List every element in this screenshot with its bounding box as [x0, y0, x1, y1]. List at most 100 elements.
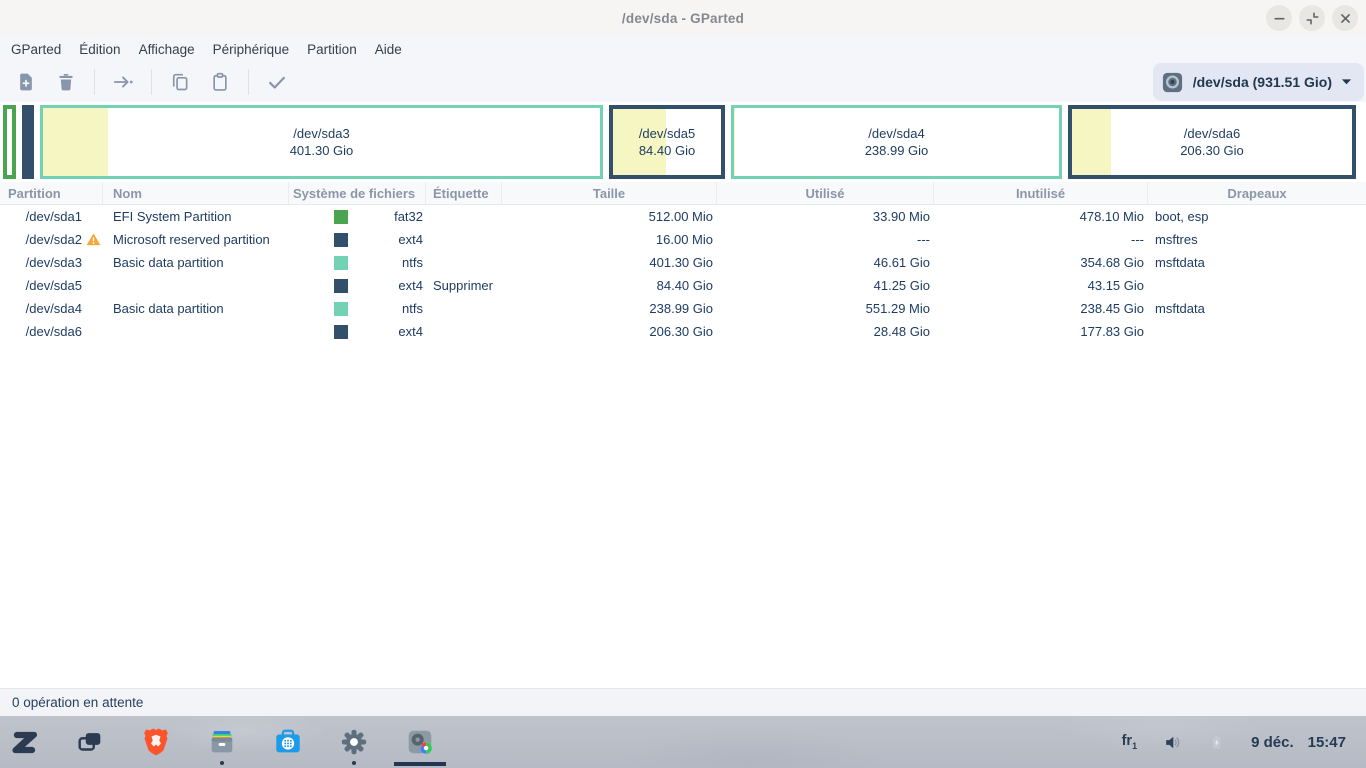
- warning-icon-slot: [85, 255, 101, 271]
- cell-unused: 238.45 Gio: [934, 301, 1148, 316]
- partition-box-sda5[interactable]: /dev/sda584.40 Gio: [609, 105, 725, 179]
- table-row-sda6[interactable]: /dev/sda6ext4206.30 Gio28.48 Gio177.83 G…: [0, 320, 1366, 343]
- window-switcher-icon: [75, 727, 105, 757]
- partition-box-sda1[interactable]: [3, 105, 16, 179]
- cell-partition: /dev/sda5: [0, 278, 103, 294]
- partition-used-space: [43, 108, 108, 176]
- resize-move-button[interactable]: [106, 66, 140, 98]
- column-header-nom[interactable]: Nom: [103, 182, 289, 204]
- table-row-sda1[interactable]: /dev/sda1EFI System Partitionfat32512.00…: [0, 205, 1366, 228]
- battery-icon[interactable]: [1208, 734, 1225, 751]
- taskbar-app-gparted[interactable]: [404, 718, 436, 766]
- taskbar-apps: [8, 716, 436, 768]
- menu-aide[interactable]: Aide: [366, 39, 411, 60]
- partition-box-sda2[interactable]: [22, 105, 34, 179]
- running-indicator-dot: [352, 761, 356, 765]
- column-header-systmedefichiers[interactable]: Système de fichiers: [289, 182, 426, 204]
- partition-label: /dev/sda584.40 Gio: [639, 125, 695, 160]
- cell-unused: 177.83 Gio: [934, 324, 1148, 339]
- toolbar-separator: [94, 69, 95, 95]
- cell-filesystem: ntfs: [289, 255, 426, 270]
- desktop: /dev/sda - GParted GPartedÉditionAfficha…: [0, 0, 1366, 768]
- delete-partition-button[interactable]: [49, 66, 83, 98]
- cell-name: EFI System Partition: [103, 209, 289, 224]
- filesystem-color-swatch: [334, 210, 348, 224]
- menu-affichage[interactable]: Affichage: [130, 39, 204, 60]
- partition-used-space: [1072, 109, 1111, 175]
- software-icon: [273, 727, 303, 757]
- toolbar-separator: [248, 69, 249, 95]
- column-header-tiquette[interactable]: Étiquette: [426, 182, 502, 204]
- paste-button[interactable]: [203, 66, 237, 98]
- menu-gparted[interactable]: GParted: [2, 39, 70, 60]
- taskbar-app-brave-browser[interactable]: [140, 718, 172, 766]
- cell-name: Basic data partition: [103, 301, 289, 316]
- cell-size: 401.30 Gio: [502, 255, 717, 270]
- copy-button[interactable]: [163, 66, 197, 98]
- apply-operations-button[interactable]: [260, 66, 294, 98]
- cell-partition: /dev/sda3: [0, 255, 103, 271]
- partition-box-sda4[interactable]: /dev/sda4238.99 Gio: [731, 105, 1062, 179]
- cell-unused: 478.10 Mio: [934, 209, 1148, 224]
- menubar: GPartedÉditionAffichagePériphériqueParti…: [0, 36, 1366, 62]
- clock[interactable]: 9 déc. 15:47: [1251, 734, 1346, 751]
- cell-size: 84.40 Gio: [502, 278, 717, 293]
- new-partition-button[interactable]: [9, 66, 43, 98]
- taskbar: fr1 9 déc. 15:47: [0, 716, 1366, 768]
- warning-icon-slot: [85, 324, 101, 340]
- warning-icon-slot: [85, 278, 101, 294]
- menu-dition[interactable]: Édition: [70, 39, 129, 60]
- menu-partition[interactable]: Partition: [298, 39, 366, 60]
- restore-button[interactable]: [1299, 5, 1325, 31]
- active-indicator-line: [394, 762, 446, 766]
- window-controls: [1266, 5, 1358, 31]
- close-button[interactable]: [1332, 5, 1358, 31]
- partition-label: /dev/sda3401.30 Gio: [290, 125, 354, 160]
- minimize-button[interactable]: [1266, 5, 1292, 31]
- taskbar-app-software-store[interactable]: [272, 718, 304, 766]
- toolbar: /dev/sda (931.51 Gio): [0, 62, 1366, 102]
- taskbar-app-settings[interactable]: [338, 718, 370, 766]
- column-header-partition[interactable]: Partition: [0, 182, 103, 204]
- filesystem-color-swatch: [334, 302, 348, 316]
- chevron-down-icon: [1341, 78, 1352, 86]
- table-row-sda4[interactable]: /dev/sda4Basic data partitionntfs238.99 …: [0, 297, 1366, 320]
- cell-used: 551.29 Mio: [717, 301, 934, 316]
- partition-box-sda6[interactable]: /dev/sda6206.30 Gio: [1068, 105, 1356, 179]
- document-new-icon: [16, 72, 36, 92]
- column-header-utilis[interactable]: Utilisé: [717, 182, 934, 204]
- cell-label: Supprimer: [426, 278, 502, 293]
- cell-flags: msftdata: [1148, 301, 1366, 316]
- table-row-sda3[interactable]: /dev/sda3Basic data partitionntfs 401.30 …: [0, 251, 1366, 274]
- taskbar-app-window-switcher[interactable]: [74, 718, 106, 766]
- cell-name: Microsoft reserved partition: [103, 232, 289, 247]
- partition-label: /dev/sda4238.99 Gio: [865, 125, 929, 160]
- column-header-taille[interactable]: Taille: [502, 182, 717, 204]
- table-row-sda5[interactable]: /dev/sda5ext4Supprimer84.40 Gio41.25 Gio…: [0, 274, 1366, 297]
- keyboard-layout-indicator[interactable]: fr1: [1122, 733, 1138, 751]
- volume-icon[interactable]: [1163, 733, 1182, 752]
- partition-box-sda3[interactable]: /dev/sda3401.30 Gio: [40, 105, 603, 179]
- disk-visual-bar: /dev/sda3401.30 Gio/dev/sda584.40 Gio/de…: [0, 102, 1366, 182]
- device-selector-label: /dev/sda (931.51 Gio): [1193, 74, 1332, 90]
- cell-used: 46.61 Gio: [717, 255, 934, 270]
- column-header-inutilis[interactable]: Inutilisé: [934, 182, 1148, 204]
- taskbar-app-zorin-menu[interactable]: [8, 718, 40, 766]
- table-row-sda2[interactable]: /dev/sda2Microsoft reserved partitionext…: [0, 228, 1366, 251]
- cell-unused: 354.68 Gio: [934, 255, 1148, 270]
- column-header-drapeaux[interactable]: Drapeaux: [1148, 182, 1366, 204]
- partition-label: /dev/sda6206.30 Gio: [1180, 125, 1244, 160]
- taskbar-app-file-manager[interactable]: [206, 718, 238, 766]
- cell-name: Basic data partition: [103, 255, 289, 270]
- menu-priphrique[interactable]: Périphérique: [204, 39, 299, 60]
- window-titlebar[interactable]: /dev/sda - GParted: [0, 0, 1366, 36]
- toolbar-buttons: [6, 66, 297, 98]
- statusbar: 0 opération en attente: [0, 688, 1366, 716]
- device-selector-button[interactable]: /dev/sda (931.51 Gio): [1153, 63, 1364, 101]
- close-icon: [1338, 11, 1353, 26]
- cell-partition: /dev/sda2: [0, 232, 103, 248]
- restore-icon: [1305, 11, 1320, 26]
- cell-filesystem: ext4: [289, 232, 426, 247]
- cell-unused: ---: [934, 232, 1148, 247]
- cell-partition: /dev/sda1: [0, 209, 103, 225]
